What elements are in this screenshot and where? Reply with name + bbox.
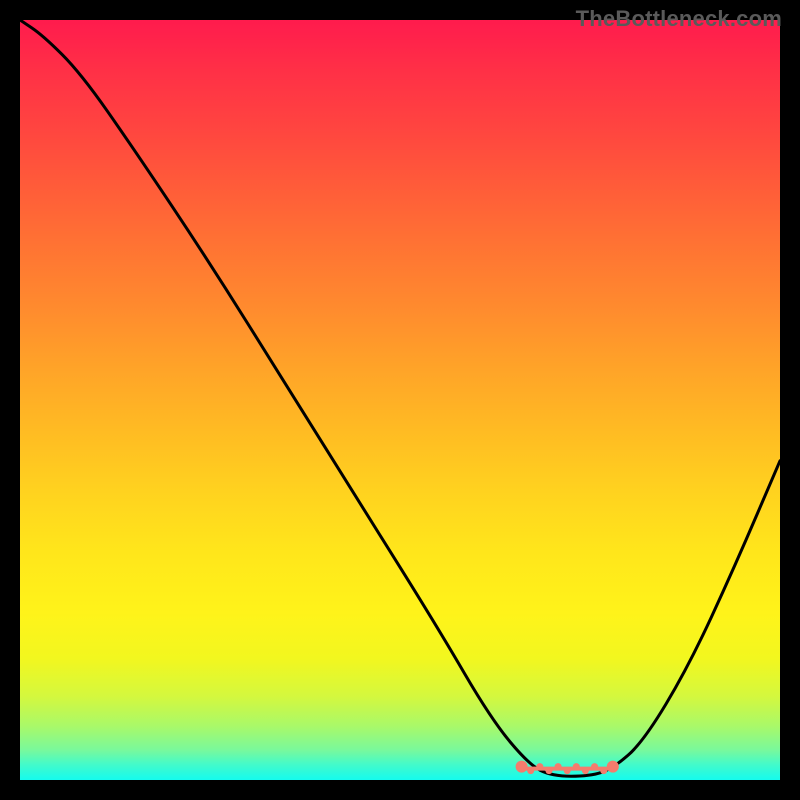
optimal-marker-dot — [607, 761, 619, 773]
optimal-marker-dot — [600, 767, 607, 774]
optimal-marker-dot — [536, 763, 543, 770]
optimal-marker-dot — [555, 763, 562, 770]
bottleneck-curve — [20, 20, 780, 776]
plot-area — [20, 20, 780, 780]
optimal-marker-dot — [527, 767, 534, 774]
optimal-marker-dot — [591, 763, 598, 770]
optimal-marker-dot — [564, 767, 571, 774]
chart-container: TheBottleneck.com — [0, 0, 800, 800]
optimal-marker-dot — [582, 767, 589, 774]
optimal-marker-dot — [546, 767, 553, 774]
optimal-marker-dot — [516, 761, 528, 773]
watermark-text: TheBottleneck.com — [576, 6, 782, 32]
optimal-marker-dot — [573, 763, 580, 770]
curve-layer — [20, 20, 780, 780]
